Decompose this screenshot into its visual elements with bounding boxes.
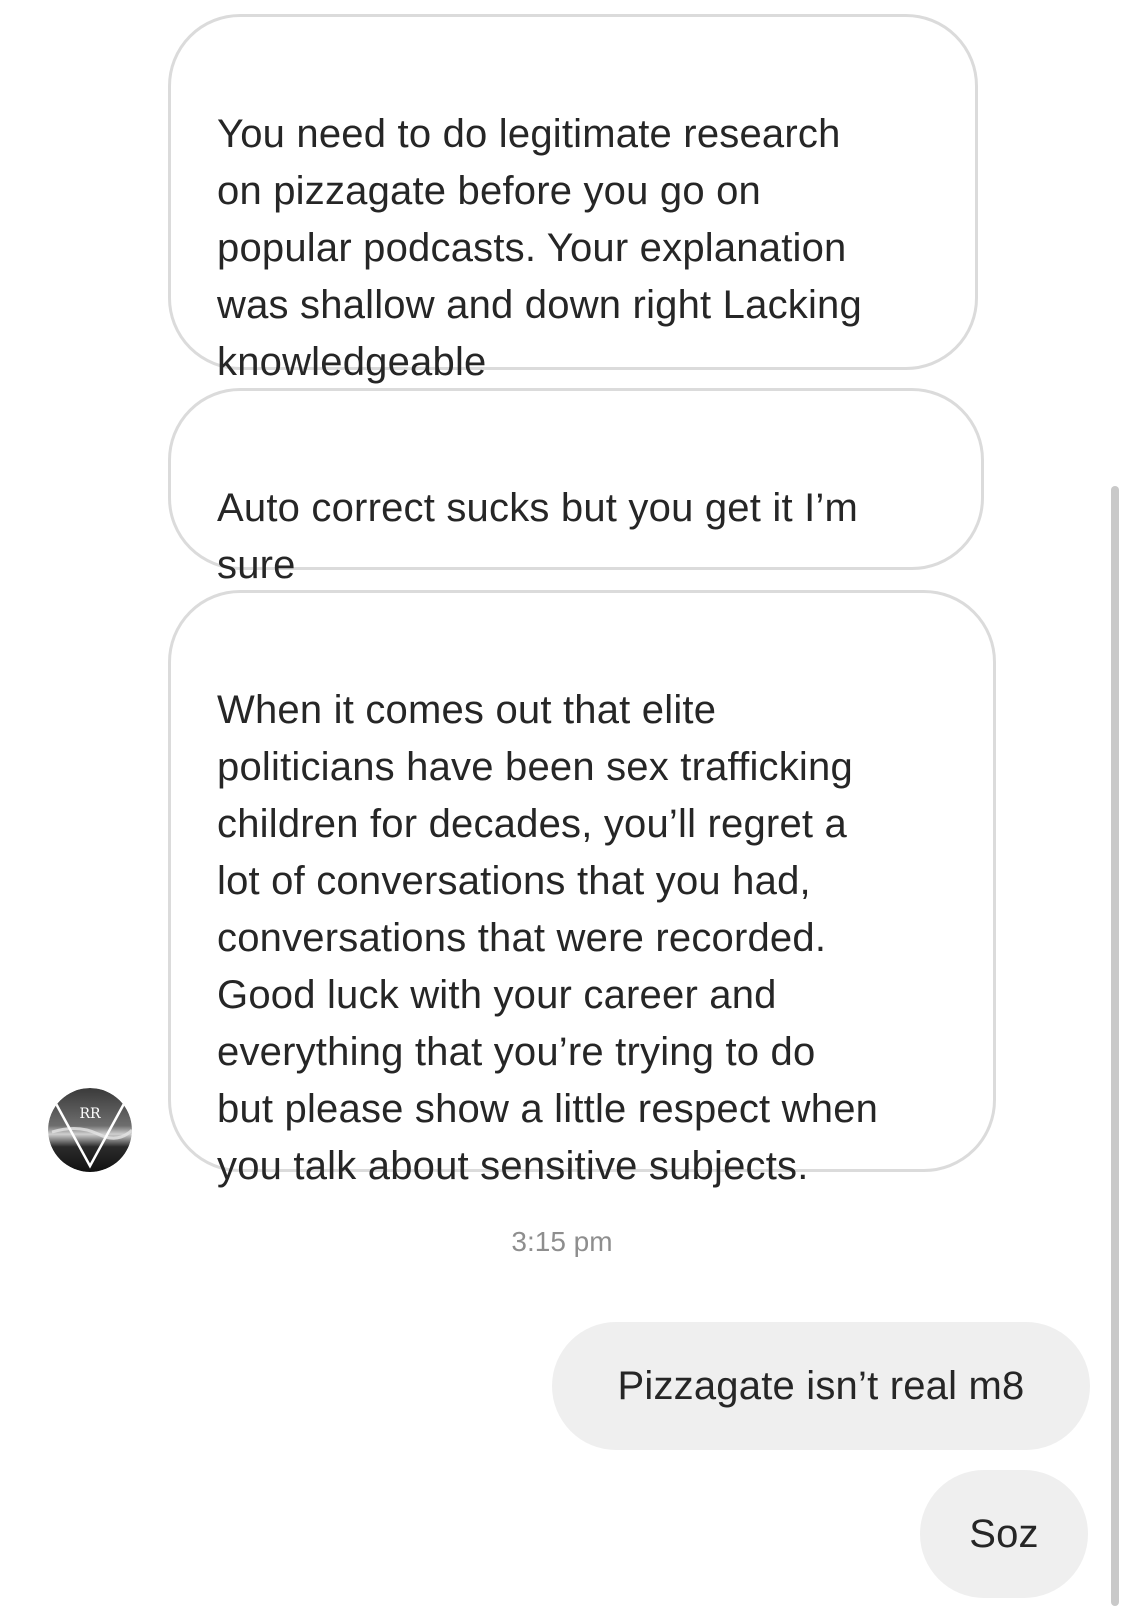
message-text: When it comes out that elite politicians… bbox=[217, 688, 879, 1188]
profile-avatar-icon: RR bbox=[48, 1088, 132, 1172]
avatar-logo-text: RR bbox=[79, 1106, 101, 1122]
message-text: Soz bbox=[969, 1511, 1039, 1556]
scrollbar[interactable] bbox=[1111, 486, 1119, 1606]
incoming-message[interactable]: When it comes out that elite politicians… bbox=[168, 590, 996, 1188]
outgoing-message[interactable]: Pizzagate isn’t real m8 bbox=[552, 1322, 1090, 1450]
outgoing-message[interactable]: Soz bbox=[920, 1470, 1088, 1598]
message-text: Auto correct sucks but you get it I’m su… bbox=[217, 486, 858, 587]
message-timestamp: 3:15 pm bbox=[511, 1226, 613, 1257]
incoming-message[interactable]: You need to do legitimate research on pi… bbox=[168, 14, 978, 384]
message-text: You need to do legitimate research on pi… bbox=[217, 112, 862, 384]
message-text: Pizzagate isn’t real m8 bbox=[617, 1363, 1025, 1408]
message-thread[interactable]: You need to do legitimate research on pi… bbox=[0, 0, 1124, 1620]
sender-avatar[interactable]: RR bbox=[48, 1088, 132, 1172]
incoming-message[interactable]: Auto correct sucks but you get it I’m su… bbox=[168, 388, 984, 587]
